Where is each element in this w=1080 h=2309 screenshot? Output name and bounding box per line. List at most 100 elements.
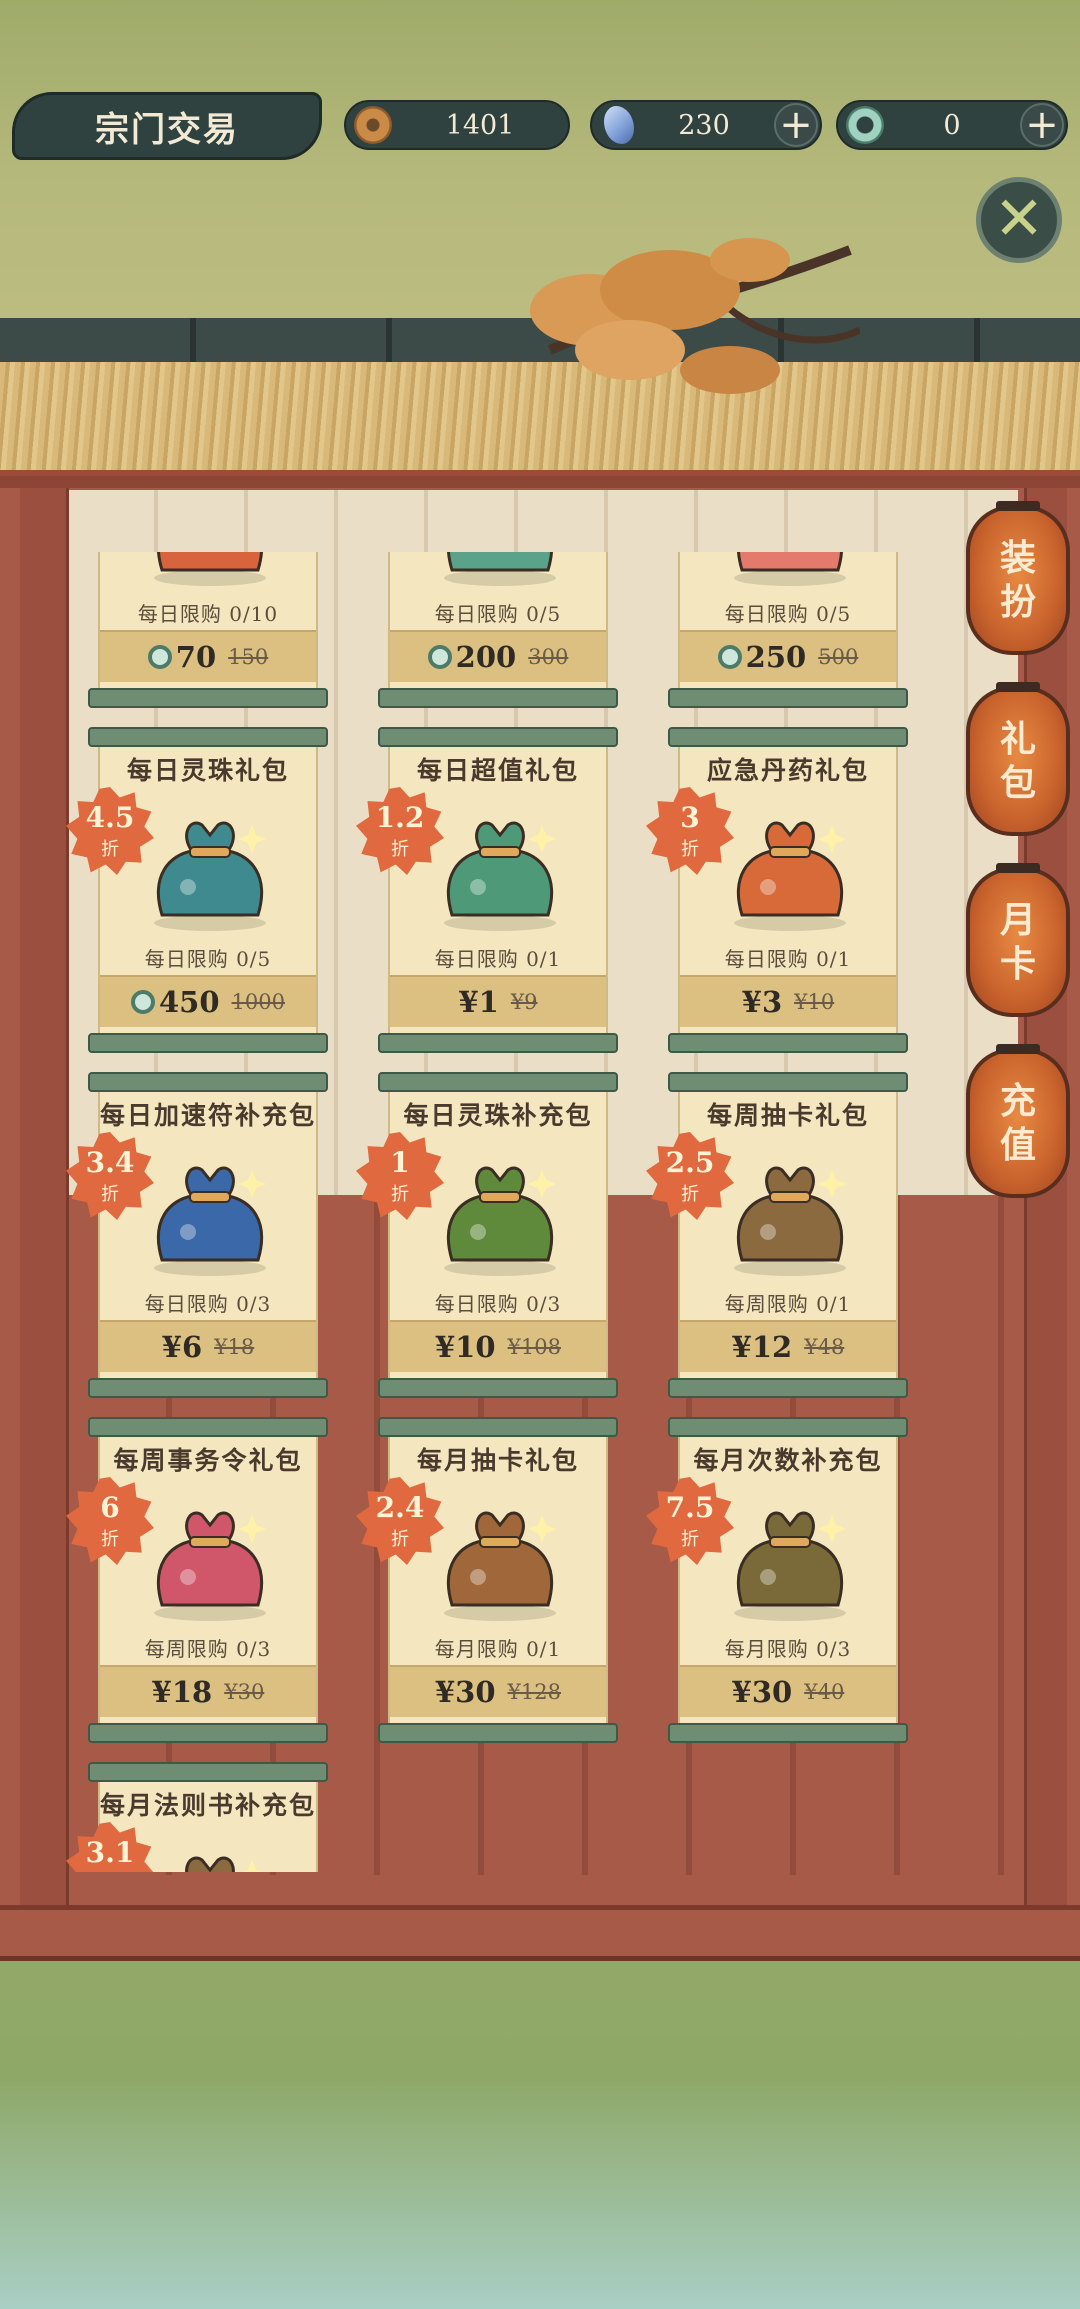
price-button[interactable]: ¥1 ¥9	[390, 975, 606, 1027]
pack-paper: 每日限购 0/5 200 300	[388, 552, 608, 688]
price-button[interactable]: 200 300	[390, 630, 606, 682]
original-price: ¥48	[804, 1335, 845, 1359]
tab-monthly-card[interactable]: 月 卡	[966, 863, 1070, 1017]
purchase-limit: 每日限购 0/5	[724, 602, 852, 626]
discount-label: 折	[66, 1870, 154, 1872]
scroll-rod-bottom	[88, 688, 328, 708]
purchase-limit: 每日限购 0/5	[144, 947, 272, 971]
pack-paper: 每日限购 0/5 250 500	[678, 552, 898, 688]
pack-paper: 每日限购 0/10 70 150	[98, 552, 318, 688]
discount-label: 折	[391, 839, 409, 860]
pack-name: 每月法则书补充包	[100, 1791, 317, 1820]
current-price: ¥10	[435, 1330, 496, 1364]
original-price: ¥40	[804, 1680, 845, 1704]
scroll-rod-top	[88, 1072, 328, 1092]
discount-label: 折	[391, 1529, 409, 1550]
original-price: ¥9	[510, 990, 538, 1014]
pack-card[interactable]: 每日灵珠礼包 每日限购 0/5 450 1000 4.5 折	[66, 727, 328, 1053]
scroll-rod-top	[378, 1417, 618, 1437]
tab-recharge[interactable]: 充 值	[966, 1044, 1070, 1198]
discount-label: 折	[681, 1529, 699, 1550]
scroll-rod-top	[88, 1762, 328, 1782]
scroll-rod-top	[668, 1072, 908, 1092]
coin-counter: 1401	[344, 100, 570, 150]
discount-value: 7.5	[665, 1491, 715, 1524]
pack-card[interactable]: 每日超值礼包 每日限购 0/1 ¥1 ¥9 1.2 折	[356, 727, 618, 1053]
price-button[interactable]: ¥12 ¥48	[680, 1320, 896, 1372]
current-price: ¥30	[731, 1675, 793, 1709]
pack-card[interactable]: 每日加速符补充包 每日限购 0/3 ¥6 ¥18 3.4 折	[66, 1072, 328, 1398]
pack-name: 每日超值礼包	[416, 756, 579, 785]
discount-badge: 6折	[66, 1477, 154, 1565]
jade-ring-icon	[846, 106, 884, 144]
original-price: 1000	[231, 990, 285, 1014]
discount-label: 折	[101, 839, 119, 860]
discount-value: 1	[390, 1146, 410, 1179]
original-price: ¥30	[224, 1680, 265, 1704]
price-button[interactable]: ¥3 ¥10	[680, 975, 896, 1027]
original-price: ¥18	[214, 1335, 255, 1359]
gift-bag-icon	[734, 821, 846, 931]
discount-value: 4.5	[85, 801, 135, 834]
current-price: ¥3	[741, 985, 783, 1019]
current-price: 250	[717, 640, 806, 674]
price-button[interactable]: ¥18 ¥30	[100, 1665, 316, 1717]
close-button[interactable]: ✕	[976, 177, 1062, 263]
pack-name: 每周事务令礼包	[113, 1446, 303, 1475]
gift-bag-icon	[734, 1511, 846, 1621]
discount-badge: 2.5 折	[646, 1132, 734, 1220]
scroll-rod-bottom	[378, 688, 618, 708]
scroll-rod-bottom	[88, 1378, 328, 1398]
pack-name: 每月抽卡礼包	[416, 1446, 579, 1475]
purchase-limit: 每月限购 0/1	[434, 1637, 562, 1661]
discount-value: 6	[100, 1491, 120, 1524]
scroll-rod-bottom	[668, 688, 908, 708]
price-button[interactable]: ¥10 ¥108	[390, 1320, 606, 1372]
pack-card[interactable]: 每月次数补充包 每月限购 0/3 ¥30 ¥40 7.5 折	[646, 1417, 908, 1743]
pack-grid: 每日限购 0/10 70 150 每日限购 0/5 200 300 每日限购 0/5 250 5…	[60, 552, 960, 1872]
tab-costume[interactable]: 装 扮	[966, 501, 1070, 655]
original-price: 150	[228, 645, 269, 669]
price-button[interactable]: 250 500	[680, 630, 896, 682]
coin-value: 1401	[445, 109, 515, 141]
pack-name: 每月次数补充包	[693, 1446, 883, 1475]
gift-bag-icon	[444, 552, 556, 586]
price-button[interactable]: ¥30 ¥40	[680, 1665, 896, 1717]
tab-gift-packs[interactable]: 礼 包	[966, 682, 1070, 836]
add-jade-button[interactable]: +	[1020, 103, 1064, 147]
pack-card[interactable]: 每周事务令礼包 每周限购 0/3 ¥18 ¥30 6 折	[66, 1417, 328, 1743]
scroll-rod-top	[88, 727, 328, 747]
gift-bag-icon	[734, 552, 846, 586]
gem-counter: 230 +	[590, 100, 822, 150]
purchase-limit: 每日限购 0/10	[137, 602, 279, 626]
pack-card[interactable]: 每日灵珠补充包 每日限购 0/3 ¥10 ¥108 1 折	[356, 1072, 618, 1398]
gift-bag-icon	[444, 1511, 556, 1621]
discount-badge: 1.2 折	[356, 787, 444, 875]
purchase-limit: 每日限购 0/5	[434, 602, 562, 626]
pack-card[interactable]: 每日限购 0/5 250 500	[668, 552, 908, 708]
maple-branch-decoration	[530, 238, 860, 394]
current-price: 450	[131, 985, 220, 1019]
gift-bag-icon	[154, 1511, 266, 1621]
price-button[interactable]: ¥30 ¥128	[390, 1665, 606, 1717]
price-button[interactable]: ¥6 ¥18	[100, 1320, 316, 1372]
price-button[interactable]: 70 150	[100, 630, 316, 682]
pack-card[interactable]: 每日限购 0/10 70 150	[88, 552, 328, 708]
pack-card[interactable]: 应急丹药礼包 每日限购 0/1 ¥3 ¥10 3 折	[646, 727, 908, 1053]
pack-card[interactable]: 每月抽卡礼包 每月限购 0/1 ¥30 ¥128 2.4 折	[356, 1417, 618, 1743]
price-button[interactable]: 450 1000	[100, 975, 316, 1027]
purchase-limit: 每日限购 0/3	[144, 1292, 272, 1316]
coin-icon	[354, 106, 392, 144]
pack-card[interactable]: 每日限购 0/5 200 300	[378, 552, 618, 708]
discount-label: 折	[101, 1529, 119, 1550]
discount-badge: 7.5 折	[646, 1477, 734, 1565]
pack-card[interactable]: 每月法则书补充包3.1折	[66, 1762, 328, 1872]
current-price: 200	[427, 640, 516, 674]
add-gems-button[interactable]: +	[774, 103, 818, 147]
jade-currency-icon	[427, 645, 452, 669]
purchase-limit: 每日限购 0/1	[724, 947, 852, 971]
purchase-limit: 每周限购 0/3	[144, 1637, 272, 1661]
original-price: ¥10	[794, 990, 835, 1014]
current-price: ¥30	[435, 1675, 496, 1709]
pack-card[interactable]: 每周抽卡礼包 每周限购 0/1 ¥12 ¥48 2.5 折	[646, 1072, 908, 1398]
